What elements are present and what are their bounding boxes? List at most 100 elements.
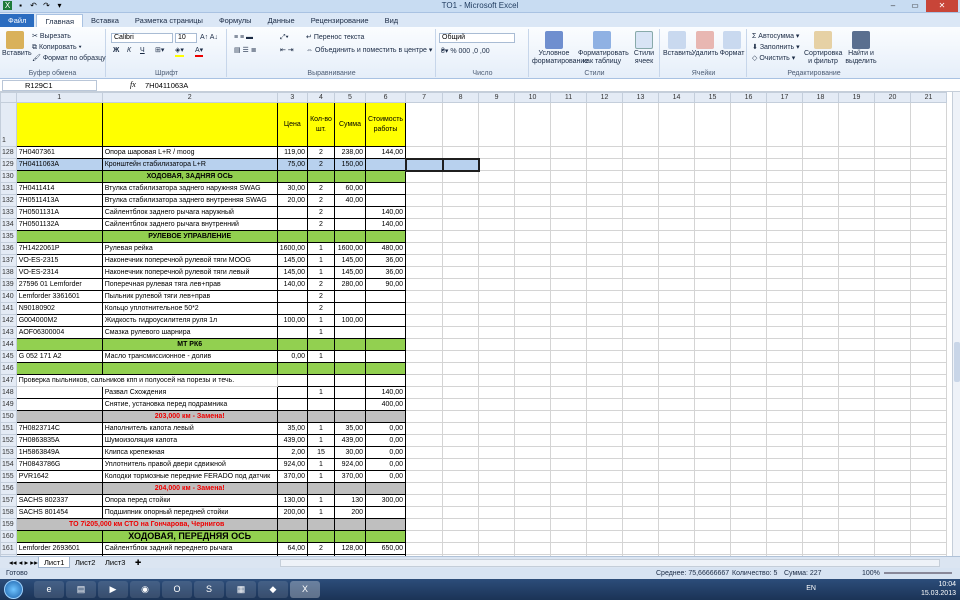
cell[interactable] (694, 482, 732, 495)
cell[interactable] (874, 230, 912, 243)
cell[interactable] (874, 434, 912, 447)
format-painter-button[interactable]: 🖌 Формат по образцу (32, 54, 106, 63)
cell[interactable] (405, 362, 444, 375)
cell[interactable] (442, 374, 480, 387)
cell[interactable] (838, 182, 876, 195)
cell-note[interactable]: Проверка пыльников, сальников кпп и полу… (15, 374, 278, 387)
cell[interactable] (478, 470, 516, 483)
cell-name[interactable]: МТ РК6 (101, 338, 278, 351)
cell[interactable] (550, 326, 588, 339)
cell[interactable] (838, 422, 876, 435)
cell[interactable] (307, 518, 335, 531)
cell[interactable] (550, 422, 588, 435)
cell[interactable] (622, 422, 660, 435)
cell[interactable] (442, 410, 480, 423)
cell[interactable] (478, 218, 516, 231)
cell-code[interactable]: Lemforder 3361601 (15, 290, 103, 303)
cell[interactable] (766, 326, 804, 339)
column-header[interactable]: 11 (550, 92, 588, 103)
cell[interactable] (910, 170, 948, 183)
cell[interactable] (802, 434, 840, 447)
cell-price[interactable]: 370,00 (276, 470, 309, 483)
cell[interactable] (694, 290, 732, 303)
cell[interactable] (874, 206, 912, 219)
cell[interactable] (405, 302, 444, 315)
cell[interactable] (802, 290, 840, 303)
cell[interactable] (730, 374, 768, 387)
cell-price[interactable]: 2,00 (276, 446, 309, 459)
insert-cells-button[interactable]: Вставить (663, 31, 693, 58)
cell[interactable] (405, 542, 444, 555)
cell-price[interactable] (276, 302, 309, 315)
cell[interactable] (622, 146, 660, 159)
cell[interactable] (550, 146, 588, 159)
cell-sum[interactable]: 150,00 (334, 158, 366, 171)
cell[interactable] (658, 482, 696, 495)
cell[interactable] (730, 350, 768, 363)
cell[interactable] (514, 206, 552, 219)
cell[interactable] (658, 422, 696, 435)
cell-qty[interactable]: 1 (307, 434, 335, 447)
cell[interactable] (730, 182, 768, 195)
cell-name[interactable]: ХОДОВАЯ, ПЕРЕДНЯЯ ОСЬ (101, 530, 278, 543)
cell[interactable] (405, 194, 444, 207)
cell[interactable] (658, 218, 696, 231)
cell[interactable] (442, 278, 480, 291)
cell[interactable] (658, 206, 696, 219)
cell[interactable] (478, 386, 516, 399)
currency-icon[interactable]: ₴▾ % 000 ,0 ,00 (441, 47, 490, 56)
cell-sum[interactable]: 200 (334, 506, 366, 519)
row-header[interactable]: 156 (0, 482, 17, 495)
cell[interactable] (514, 102, 552, 147)
cell[interactable] (694, 326, 732, 339)
cell[interactable] (405, 386, 444, 399)
cell[interactable] (550, 302, 588, 315)
cell[interactable] (405, 350, 444, 363)
cell-price[interactable] (276, 386, 309, 399)
format-as-table-button[interactable]: Форматировать как таблицу (578, 31, 629, 66)
cell-code[interactable] (15, 410, 103, 423)
cell[interactable] (658, 102, 696, 147)
cell-qty[interactable]: 2 (307, 158, 335, 171)
row-header[interactable]: 161 (0, 542, 17, 555)
cell[interactable] (550, 230, 588, 243)
cell[interactable] (874, 254, 912, 267)
cell[interactable] (766, 102, 804, 147)
cell-labor[interactable] (364, 158, 407, 171)
cell[interactable] (694, 446, 732, 459)
cell-code[interactable]: 7H0843786G (15, 458, 103, 471)
cell[interactable] (478, 410, 516, 423)
cell[interactable] (622, 290, 660, 303)
column-header[interactable]: 10 (514, 92, 552, 103)
app-icon[interactable]: ◆ (258, 581, 288, 598)
cell[interactable] (478, 170, 516, 183)
cell-name[interactable]: РУЛЕВОЕ УПРАВЛЕНИЕ (101, 230, 278, 243)
cell[interactable] (730, 290, 768, 303)
cell[interactable] (622, 446, 660, 459)
fill-color-icon[interactable]: ◈▾ (175, 46, 184, 57)
cell[interactable] (405, 530, 444, 543)
cell[interactable] (766, 458, 804, 471)
cell-name[interactable]: Уплотнитель правой двери сдвижной (101, 458, 278, 471)
cell-code[interactable]: 7H0411063A (15, 158, 103, 171)
cell[interactable] (694, 494, 732, 507)
cell-name[interactable]: Смазка рулевого шарнира (101, 326, 278, 339)
row-header[interactable]: 157 (0, 494, 17, 507)
cell[interactable] (730, 326, 768, 339)
cell[interactable] (694, 170, 732, 183)
cell[interactable] (694, 242, 732, 255)
cell[interactable] (550, 206, 588, 219)
cell[interactable] (910, 146, 948, 159)
cell-price[interactable] (276, 410, 309, 423)
cell[interactable] (694, 278, 732, 291)
cell-labor[interactable]: 0,00 (364, 434, 407, 447)
cell[interactable] (405, 290, 444, 303)
tab-file[interactable]: Файл (0, 14, 35, 27)
cell[interactable] (478, 422, 516, 435)
cell[interactable] (622, 230, 660, 243)
cell[interactable] (514, 278, 552, 291)
cell[interactable] (874, 386, 912, 399)
cell[interactable] (694, 338, 732, 351)
cell-qty[interactable]: 1 (307, 506, 335, 519)
cell[interactable] (730, 518, 768, 531)
